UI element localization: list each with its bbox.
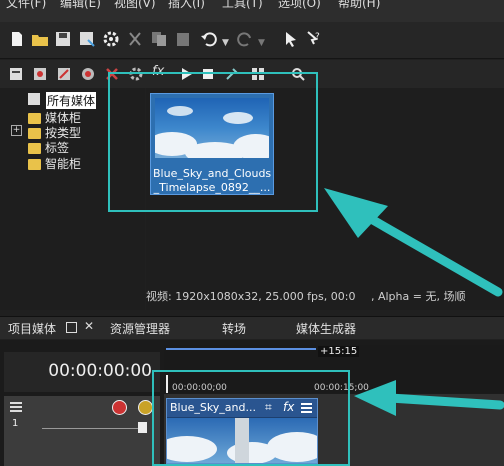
level-slider[interactable] <box>42 428 140 429</box>
level-slider-thumb[interactable] <box>138 422 147 433</box>
mute-icon[interactable] <box>112 400 127 415</box>
tree-item-media-bin[interactable]: 媒体柜 <box>28 109 82 125</box>
tree-root-label: 所有媒体 <box>46 92 97 109</box>
timecode-value: 00:00:00:00 <box>48 361 152 381</box>
redo-icon[interactable] <box>236 30 254 48</box>
help-icon[interactable]: ? <box>304 30 322 48</box>
menu-options[interactable]: 选项(O) <box>278 0 321 11</box>
tree-item-by-type[interactable]: 按类型 <box>28 124 82 140</box>
expand-icon[interactable]: + <box>11 125 22 136</box>
capture-icon[interactable] <box>32 66 48 82</box>
copy-icon[interactable] <box>150 30 168 48</box>
menu-insert[interactable]: 插入(I) <box>168 0 205 11</box>
paste-icon[interactable] <box>174 30 192 48</box>
loop-region[interactable] <box>166 348 316 350</box>
undo-icon[interactable] <box>200 30 218 48</box>
track-header[interactable]: 1 <box>4 396 160 466</box>
menu-tools[interactable]: 工具(T) <box>222 0 263 11</box>
tab-explorer[interactable]: 资源管理器 <box>110 320 170 337</box>
folder-icon <box>28 128 41 139</box>
menu-help[interactable]: 帮助(H) <box>338 0 380 11</box>
redo-dropdown-icon[interactable]: ▼ <box>258 38 265 48</box>
tab-project-media[interactable]: 项目媒体 <box>8 320 56 337</box>
tree-item-label: 媒体柜 <box>45 111 82 125</box>
undo-dropdown-icon[interactable]: ▼ <box>222 38 229 48</box>
menu-view[interactable]: 视图(V) <box>114 0 156 11</box>
menu-edit[interactable]: 编辑(E) <box>60 0 101 11</box>
properties-gear-icon[interactable] <box>102 30 120 48</box>
svg-text:?: ? <box>315 32 320 42</box>
dock-tabs: 项目媒体 ✕ 资源管理器 转场 媒体生成器 <box>0 316 504 339</box>
new-file-icon[interactable] <box>8 30 26 48</box>
all-media-icon <box>28 93 40 105</box>
tree-item-label: 智能柜 <box>45 157 82 171</box>
menu-bar: 文件(F) 编辑(E) 视图(V) 插入(I) 工具(T) 选项(O) 帮助(H… <box>0 0 504 22</box>
tree-item-tags[interactable]: 标签 <box>28 139 70 155</box>
cut-icon[interactable] <box>126 30 144 48</box>
highlight-box-media <box>108 72 318 212</box>
undock-icon[interactable] <box>66 322 77 333</box>
main-toolbar: ▼ ▼ ? <box>0 22 504 59</box>
timecode-display: 00:00:00:00 <box>4 352 160 392</box>
highlight-box-timeline <box>152 370 350 466</box>
menu-file[interactable]: 文件(F) <box>6 0 46 11</box>
close-icon[interactable]: ✕ <box>84 319 94 333</box>
save-as-icon[interactable] <box>78 30 96 48</box>
tutorial-arrow-left <box>354 380 504 416</box>
tutorial-arrow-up <box>324 188 503 297</box>
folder-icon <box>28 159 41 170</box>
solo-icon[interactable] <box>138 400 153 415</box>
tree-item-label: 按类型 <box>45 126 82 140</box>
open-folder-icon[interactable] <box>31 30 49 48</box>
tree-item-smart-bins[interactable]: 智能柜 <box>28 155 82 171</box>
save-icon[interactable] <box>54 30 72 48</box>
tab-media-generators[interactable]: 媒体生成器 <box>296 320 356 337</box>
tab-transitions[interactable]: 转场 <box>222 320 246 337</box>
folder-icon <box>28 143 41 154</box>
get-media-icon[interactable] <box>56 66 72 82</box>
import-media-icon[interactable] <box>8 66 24 82</box>
track-number: 1 <box>12 418 19 429</box>
tree-item-label: 标签 <box>45 141 70 155</box>
folder-icon <box>28 113 41 124</box>
track-menu-icon[interactable] <box>10 402 22 404</box>
web-icon[interactable] <box>80 66 96 82</box>
duration-badge: +15:15 <box>318 346 360 357</box>
cursor-icon[interactable] <box>282 30 300 48</box>
